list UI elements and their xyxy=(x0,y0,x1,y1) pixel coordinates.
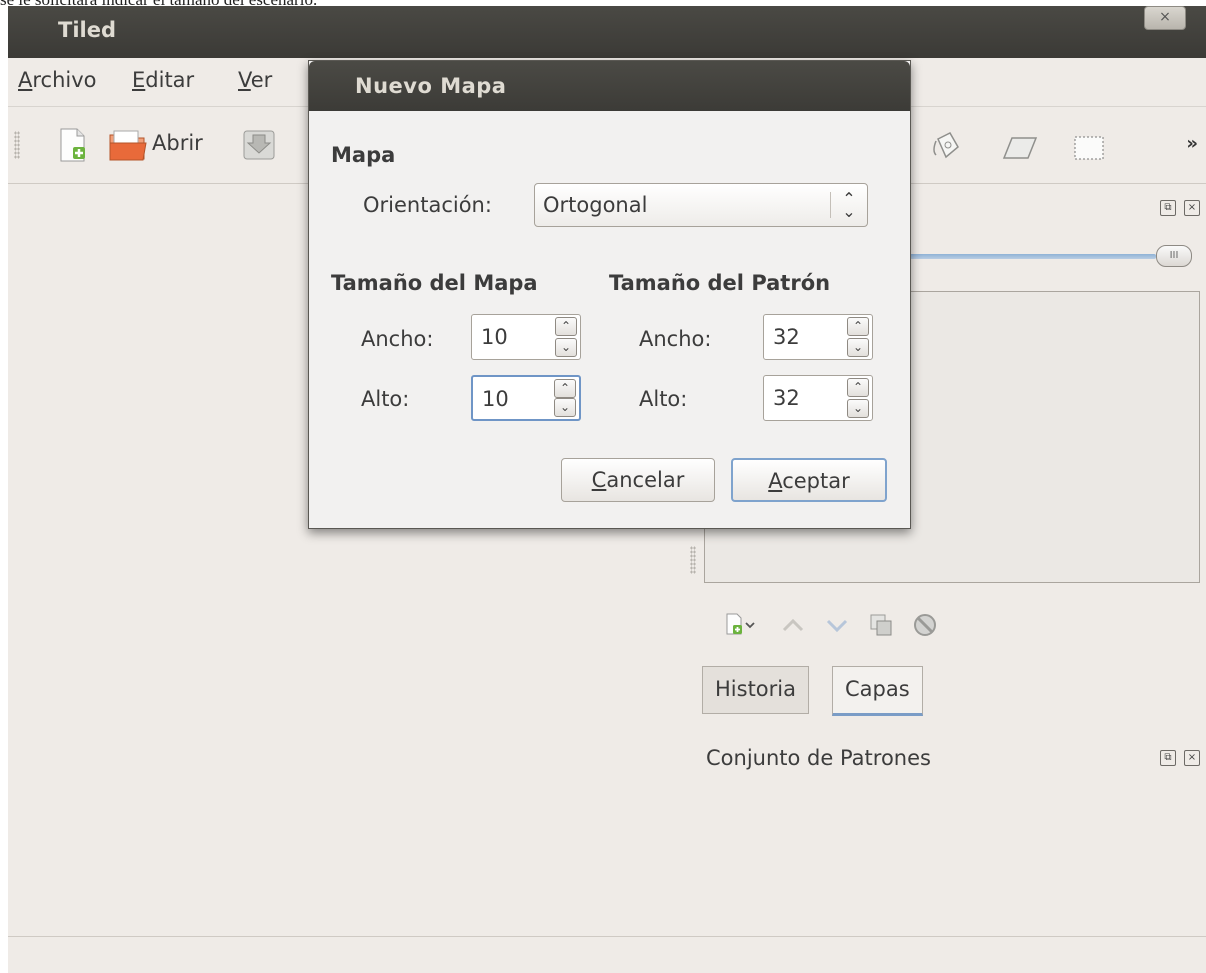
map-width-down-icon[interactable]: ⌄ xyxy=(555,338,577,357)
accept-button[interactable]: Aceptar xyxy=(731,458,887,502)
dialog-titlebar: Nuevo Mapa xyxy=(309,61,910,111)
tile-width-up-icon[interactable]: ⌃ xyxy=(847,317,869,336)
tile-width-label: Ancho: xyxy=(639,327,712,351)
orientation-select[interactable]: Ortogonal ⌃ ⌄ xyxy=(534,183,868,227)
save-icon[interactable] xyxy=(242,127,276,163)
map-width-up-icon[interactable]: ⌃ xyxy=(555,317,577,336)
map-size-heading: Tamaño del Mapa xyxy=(331,271,538,295)
layers-dock-close-icon[interactable]: × xyxy=(1184,200,1200,216)
combo-updown-icon: ⌃ ⌄ xyxy=(842,189,856,221)
eraser-icon[interactable] xyxy=(1000,131,1040,167)
menu-archivo[interactable]: Archivo xyxy=(18,68,97,92)
combo-separator xyxy=(830,192,831,218)
tile-height-spinbox[interactable]: 32 ⌃ ⌄ xyxy=(763,375,873,421)
rect-select-icon[interactable] xyxy=(1072,131,1106,167)
window-title: Tiled xyxy=(58,18,116,42)
move-layer-down-icon[interactable] xyxy=(824,612,850,638)
layers-dock-buttons: ⧉ × xyxy=(1160,200,1202,218)
tile-width-spinbox[interactable]: 32 ⌃ ⌄ xyxy=(763,314,873,360)
open-folder-icon[interactable] xyxy=(108,127,148,163)
map-height-value: 10 xyxy=(482,387,509,411)
tile-width-value: 32 xyxy=(773,325,800,349)
layers-dock-float-icon[interactable]: ⧉ xyxy=(1160,200,1176,216)
window-titlebar: Tiled × xyxy=(8,6,1206,58)
tile-width-down-icon[interactable]: ⌄ xyxy=(847,338,869,357)
map-height-down-icon[interactable]: ⌄ xyxy=(554,398,576,417)
tab-historia[interactable]: Historia xyxy=(702,666,809,714)
map-width-value: 10 xyxy=(481,325,508,349)
menu-editar[interactable]: Editar xyxy=(132,68,194,92)
dialog-title: Nuevo Mapa xyxy=(355,74,507,98)
tile-size-heading: Tamaño del Patrón xyxy=(609,271,831,295)
remove-layer-icon[interactable] xyxy=(912,612,938,638)
new-map-dialog: Nuevo Mapa Mapa Orientación: Ortogonal ⌃… xyxy=(308,60,911,529)
tile-height-label: Alto: xyxy=(639,387,688,411)
dock-splitter-grip[interactable] xyxy=(690,546,696,574)
tab-capas[interactable]: Capas xyxy=(832,666,923,716)
map-width-spinbox[interactable]: 10 ⌃ ⌄ xyxy=(471,314,581,360)
toolbar-grip[interactable] xyxy=(14,131,20,159)
tileset-dock-title: Conjunto de Patrones xyxy=(706,746,931,770)
map-height-up-icon[interactable]: ⌃ xyxy=(554,379,576,398)
map-height-label: Alto: xyxy=(361,387,410,411)
tileset-dock-buttons: ⧉ × xyxy=(1160,750,1202,768)
move-layer-up-icon[interactable] xyxy=(780,612,806,638)
tileset-dock-close-icon[interactable]: × xyxy=(1184,750,1200,766)
toolbar-overflow-icon[interactable]: » xyxy=(1186,133,1198,154)
status-bar xyxy=(8,936,1206,973)
window-close-button[interactable]: × xyxy=(1144,6,1186,30)
new-file-icon[interactable] xyxy=(58,127,88,163)
tile-height-value: 32 xyxy=(773,386,800,410)
open-button-label[interactable]: Abrir xyxy=(152,131,203,155)
orientation-label: Orientación: xyxy=(363,193,492,217)
menu-ver[interactable]: Ver xyxy=(238,68,272,92)
add-layer-icon[interactable] xyxy=(724,612,758,638)
opacity-slider-handle[interactable]: III xyxy=(1156,245,1192,267)
duplicate-layer-icon[interactable] xyxy=(868,612,894,638)
bucket-fill-icon[interactable] xyxy=(928,129,964,165)
tileset-dock-float-icon[interactable]: ⧉ xyxy=(1160,750,1176,766)
map-section-heading: Mapa xyxy=(331,143,396,167)
orientation-value: Ortogonal xyxy=(543,193,648,217)
cancel-button[interactable]: Cancelar xyxy=(561,458,715,502)
map-width-label: Ancho: xyxy=(361,327,434,351)
tile-height-up-icon[interactable]: ⌃ xyxy=(847,378,869,397)
tile-height-down-icon[interactable]: ⌄ xyxy=(847,399,869,418)
map-height-spinbox[interactable]: 10 ⌃ ⌄ xyxy=(471,375,581,421)
